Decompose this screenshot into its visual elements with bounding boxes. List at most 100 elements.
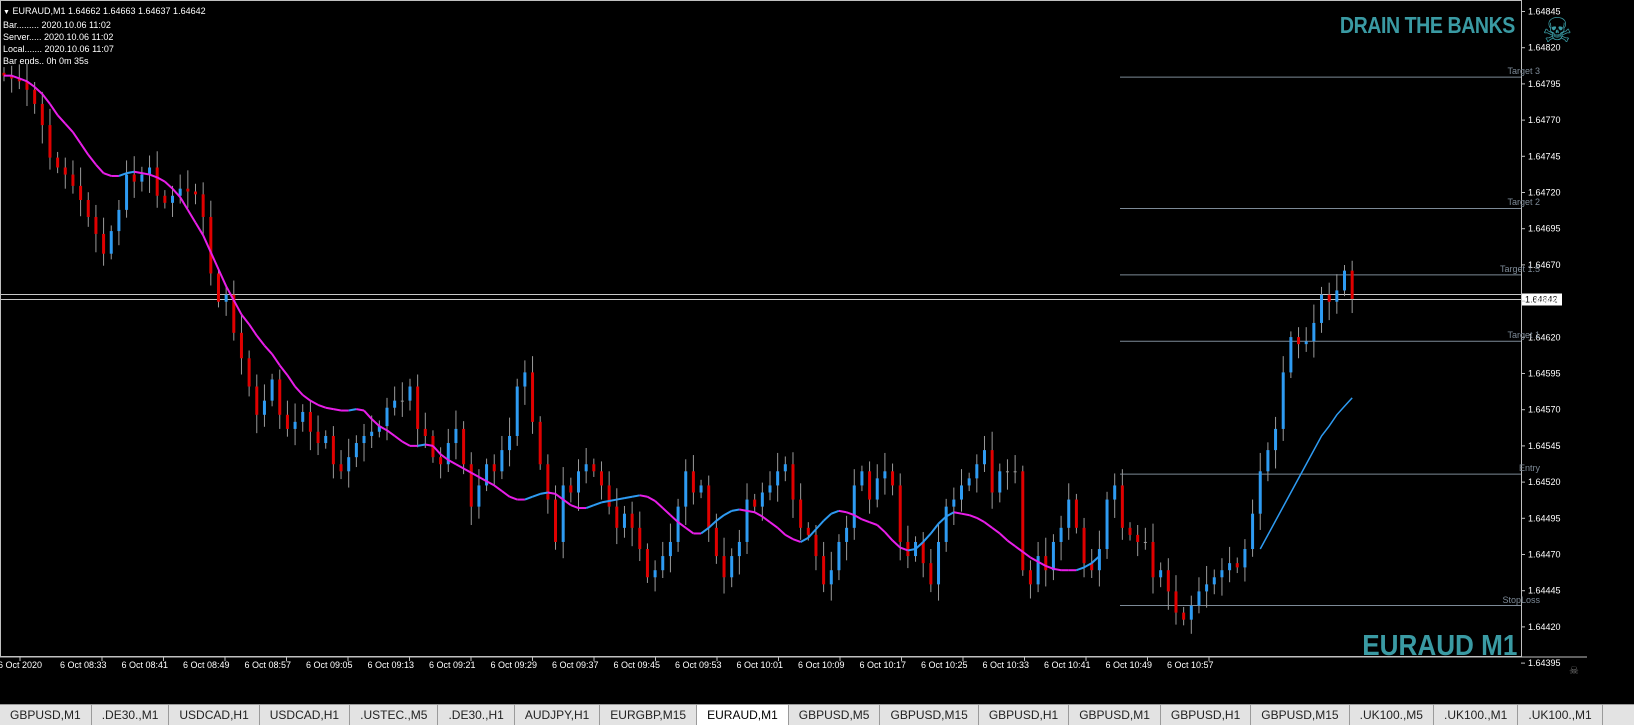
time-tick-label: 6 Oct 10:09 bbox=[798, 660, 845, 670]
candle-body bbox=[155, 167, 159, 196]
time-tick-label: 6 Oct 09:37 bbox=[552, 660, 599, 670]
tab-gbpusd-m5[interactable]: GBPUSD,M5 bbox=[789, 705, 881, 725]
slow-ma-segment bbox=[87, 154, 97, 166]
candle-body bbox=[546, 464, 550, 500]
slow-ma-segment bbox=[141, 172, 150, 176]
slow-ma-segment bbox=[126, 170, 135, 175]
slow-ma-segment bbox=[164, 180, 174, 190]
tab-ustec-m5[interactable]: .USTEC.,M5 bbox=[350, 705, 439, 725]
tab-gbpusd-m1[interactable]: GBPUSD,M1 bbox=[1069, 705, 1161, 725]
slow-ma-segment bbox=[255, 335, 266, 347]
slow-ma-segment bbox=[830, 509, 840, 515]
candle-body bbox=[599, 471, 603, 486]
candle-body bbox=[1343, 270, 1346, 291]
candle-body bbox=[308, 411, 312, 432]
slow-ma-segment bbox=[134, 170, 143, 175]
tab-audjpy-h1[interactable]: AUDJPY,H1 bbox=[515, 705, 601, 725]
candle-body bbox=[998, 471, 1002, 493]
tab-de30-h1[interactable]: .DE30.,H1 bbox=[438, 705, 515, 725]
slow-ma-segment bbox=[103, 172, 112, 177]
candle-body bbox=[454, 428, 458, 444]
candle-body bbox=[239, 332, 243, 359]
candle-body bbox=[416, 386, 420, 429]
candle-body bbox=[1159, 570, 1163, 578]
tab-uk100-m1[interactable]: .UK100.,M1 bbox=[1518, 705, 1603, 725]
slow-ma-segment bbox=[769, 521, 779, 529]
candle-body bbox=[1289, 337, 1293, 373]
slow-ma-segment bbox=[41, 93, 51, 105]
slow-ma-segment bbox=[662, 507, 672, 516]
tab-gbpusd-m15[interactable]: GBPUSD,M15 bbox=[1251, 705, 1350, 725]
time-tick-label: 6 Oct 2020 bbox=[0, 660, 42, 670]
slow-ma-segment bbox=[294, 385, 304, 396]
candle-body bbox=[1243, 549, 1247, 568]
tab-euraud-m1[interactable]: EURAUD,M1 bbox=[697, 705, 789, 725]
price-tick-label: 1.64770 bbox=[1528, 115, 1561, 125]
candle-body bbox=[622, 513, 626, 528]
candle-body bbox=[247, 358, 251, 387]
candle-body bbox=[508, 435, 512, 451]
candle-body bbox=[362, 435, 366, 444]
candle-body bbox=[1097, 549, 1101, 571]
time-tick-label: 6 Oct 10:17 bbox=[860, 660, 907, 670]
level-label: Target 1.5 bbox=[1499, 263, 1540, 274]
candle-body bbox=[645, 549, 649, 578]
slow-ma-segment bbox=[822, 512, 832, 522]
slow-ma-segment bbox=[715, 514, 725, 522]
tab-uk100-m5[interactable]: .UK100.,M5 bbox=[1350, 705, 1434, 725]
slow-ma-segment bbox=[532, 492, 541, 498]
bar-ends: Bar ends.. 0h 0m 35s bbox=[3, 56, 89, 66]
candle-body bbox=[125, 174, 129, 210]
slow-ma-segment bbox=[540, 491, 549, 495]
slow-ma-segment bbox=[524, 495, 533, 501]
candle-body bbox=[538, 421, 542, 465]
level-label: Target 3 bbox=[1507, 66, 1540, 77]
slow-ma-segment bbox=[685, 527, 694, 535]
tab-gbpusd-m15[interactable]: GBPUSD,M15 bbox=[880, 705, 979, 725]
tab-uk100-m1[interactable]: .UK100.,M1 bbox=[1434, 705, 1519, 725]
time-tick-label: 6 Oct 09:05 bbox=[306, 660, 353, 670]
candle-body bbox=[1128, 527, 1132, 535]
candle-body bbox=[1067, 499, 1071, 528]
tab-gbpusd-h1[interactable]: GBPUSD,H1 bbox=[979, 705, 1070, 725]
tab-gbpusd-m1[interactable]: GBPUSD,M1 bbox=[0, 705, 92, 725]
candle-body bbox=[577, 471, 580, 493]
candle-body bbox=[822, 556, 826, 585]
slow-ma-segment bbox=[593, 501, 602, 507]
collapse-arrow-icon[interactable]: ▼ bbox=[3, 9, 10, 16]
candle-body bbox=[1258, 471, 1262, 514]
slow-ma-segment bbox=[585, 504, 595, 509]
candle-body bbox=[554, 499, 558, 542]
tab-gbpusd-h1[interactable]: GBPUSD,H1 bbox=[1161, 705, 1252, 725]
tab-usdcad-h1[interactable]: USDCAD,H1 bbox=[260, 705, 351, 725]
slow-ma-segment bbox=[417, 443, 426, 447]
slow-ma-segment bbox=[95, 164, 105, 174]
candle-body bbox=[799, 499, 803, 528]
candle-body bbox=[875, 478, 879, 500]
candle-body bbox=[1082, 527, 1086, 564]
slow-ma-segment bbox=[953, 511, 962, 515]
tab-eurgbp-m15[interactable]: EURGBP,M15 bbox=[600, 705, 698, 725]
candle-body bbox=[691, 471, 695, 493]
candle-body bbox=[607, 485, 611, 507]
slow-ma-segment bbox=[754, 511, 763, 518]
price-tick-label: 1.64570 bbox=[1528, 405, 1561, 415]
price-tick-label: 1.64395 bbox=[1528, 658, 1561, 668]
chart-window-euraud-m1[interactable]: 1.64642 1.64845 1.64820 1.64795 1.64770 1.64… bbox=[0, 0, 1587, 686]
tab-usdcad-h1[interactable]: USDCAD,H1 bbox=[169, 705, 260, 725]
candle-body bbox=[837, 541, 841, 571]
slow-ma-segment bbox=[194, 222, 205, 236]
slow-ma-segment bbox=[333, 408, 342, 412]
candle-body bbox=[40, 103, 44, 126]
candle-body bbox=[1013, 471, 1017, 473]
candle-body bbox=[883, 471, 887, 479]
candle-body bbox=[293, 421, 297, 429]
slow-ma-segment bbox=[907, 548, 916, 552]
time-tick-label: 6 Oct 10:57 bbox=[1167, 660, 1214, 670]
candle-body bbox=[186, 188, 190, 192]
tab-de30-m1[interactable]: .DE30.,M1 bbox=[92, 705, 170, 725]
candle-body bbox=[592, 464, 596, 472]
slow-ma-segment bbox=[547, 491, 556, 495]
price-chart[interactable]: 1.64642 1.648451.648201.647951.647701.64… bbox=[0, 0, 1587, 686]
candle-body bbox=[791, 464, 795, 500]
